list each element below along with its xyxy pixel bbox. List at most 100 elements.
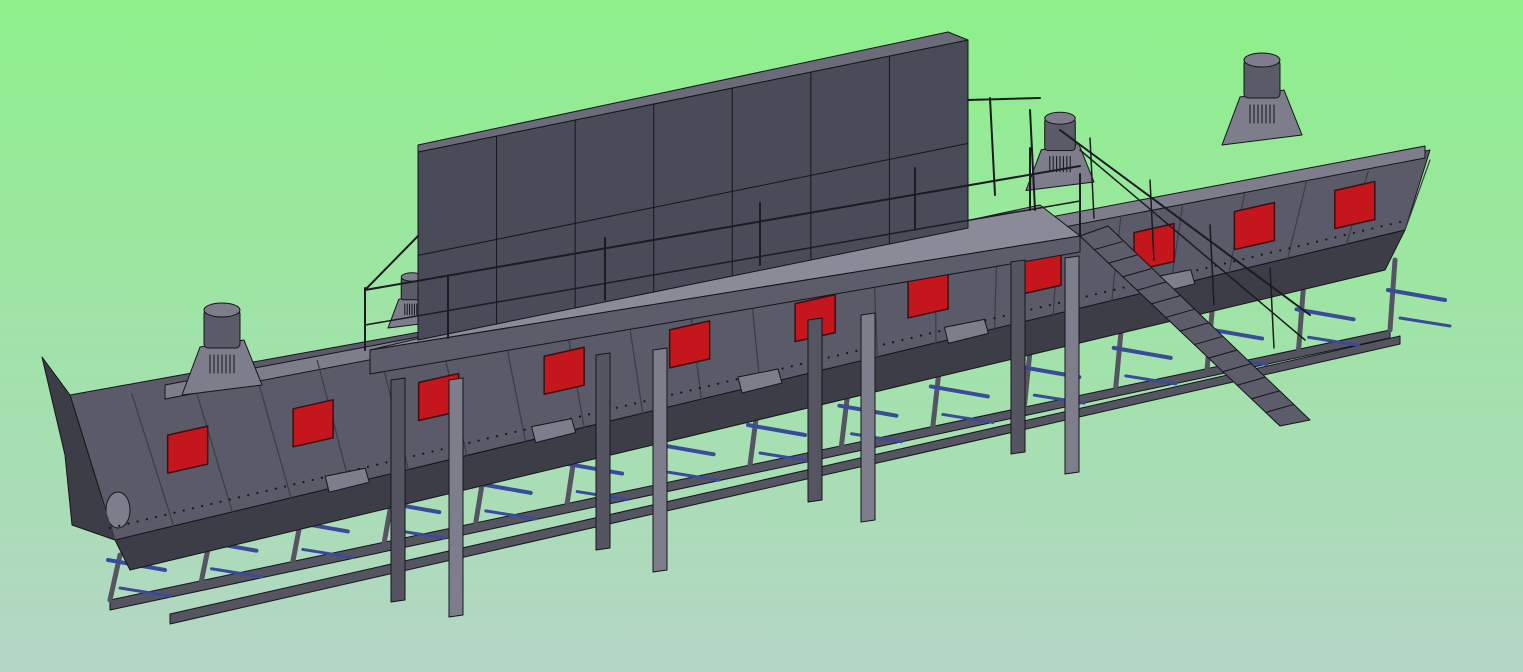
- bolt: [320, 476, 324, 479]
- bolt: [302, 481, 305, 484]
- bolt: [919, 334, 922, 337]
- bolt: [1057, 301, 1061, 304]
- bolt: [1362, 229, 1365, 232]
- platform-column: [1064, 255, 1080, 475]
- bolt: [523, 428, 526, 431]
- bolt: [799, 362, 803, 366]
- bolt: [1334, 236, 1337, 239]
- bolt: [781, 367, 784, 370]
- bolt: [643, 400, 646, 403]
- bolt: [440, 448, 443, 451]
- platform-column: [595, 352, 611, 551]
- bolt: [588, 413, 591, 416]
- bolt: [283, 485, 287, 488]
- bolt: [1380, 225, 1383, 228]
- bolt: [1223, 262, 1227, 265]
- bolt: [707, 384, 711, 388]
- inspection-door: [1334, 180, 1376, 230]
- bolt: [1122, 286, 1125, 289]
- bolt: [1315, 240, 1319, 243]
- bolt: [514, 430, 517, 433]
- bolt: [164, 513, 167, 516]
- cad-viewport[interactable]: [0, 0, 1523, 672]
- bolt: [1094, 293, 1098, 296]
- bolt: [910, 336, 913, 339]
- platform-column: [652, 347, 668, 573]
- bolt: [698, 387, 701, 390]
- bolt: [1297, 244, 1300, 248]
- bolt: [1002, 314, 1005, 318]
- bolt: [846, 352, 849, 355]
- bolt: [431, 450, 434, 453]
- bolt: [1030, 308, 1033, 311]
- bolt: [615, 406, 618, 409]
- bolt: [505, 432, 508, 436]
- platform-column: [860, 312, 876, 523]
- bolt: [173, 511, 176, 514]
- bolt: [892, 341, 895, 344]
- bolt: [1389, 223, 1392, 226]
- bolt: [735, 378, 738, 381]
- bolt: [1251, 255, 1254, 259]
- bolt: [1085, 295, 1088, 298]
- bolt: [201, 505, 204, 508]
- bolt: [495, 435, 499, 438]
- cad-assembly-render: [0, 0, 1523, 672]
- platform-column: [1010, 259, 1026, 455]
- bolt: [256, 491, 259, 495]
- bolt: [1205, 266, 1208, 269]
- bolt: [790, 365, 793, 368]
- inspection-door: [668, 320, 711, 369]
- bolt: [578, 415, 582, 418]
- bolt: [624, 404, 628, 407]
- bolt: [1104, 290, 1107, 294]
- bolt: [680, 391, 683, 394]
- motor-cap: [1044, 111, 1076, 125]
- bolt: [670, 393, 674, 396]
- bolt: [376, 463, 379, 466]
- bolt: [827, 356, 830, 359]
- bolt: [1113, 288, 1116, 291]
- bolt: [219, 500, 222, 503]
- bolt: [182, 509, 185, 512]
- bolt: [1039, 306, 1042, 309]
- inspection-door: [543, 346, 585, 395]
- bolt: [1306, 242, 1309, 245]
- bolt: [689, 389, 692, 392]
- bolt: [836, 354, 840, 357]
- bolt: [1048, 303, 1051, 307]
- bolt: [1242, 258, 1245, 261]
- bolt: [468, 441, 471, 444]
- bolt: [1288, 247, 1291, 250]
- bolt: [274, 487, 277, 490]
- bolt: [145, 518, 148, 521]
- bolt: [1196, 268, 1199, 272]
- bolt: [154, 515, 158, 519]
- bolt: [1325, 238, 1328, 241]
- bolt: [1352, 231, 1356, 235]
- bolt: [938, 330, 941, 333]
- platform-column: [807, 317, 823, 503]
- bolt: [882, 343, 886, 346]
- bolt: [366, 465, 370, 468]
- bolt: [127, 522, 130, 525]
- bolt: [311, 478, 314, 482]
- bolt: [210, 502, 213, 506]
- bolt: [1260, 253, 1263, 256]
- bolt: [1279, 249, 1282, 252]
- bolt: [293, 483, 296, 486]
- bolt: [385, 461, 388, 464]
- motor-cap: [1243, 52, 1281, 68]
- bolt: [477, 439, 480, 442]
- motor-cap: [203, 302, 241, 318]
- bolt: [228, 498, 231, 501]
- bolt: [422, 452, 425, 455]
- bolt: [855, 349, 858, 353]
- bolt: [726, 380, 729, 383]
- bolt: [136, 520, 139, 523]
- bolt: [928, 332, 932, 335]
- bolt: [1398, 220, 1402, 224]
- platform-column: [448, 377, 464, 618]
- platform-column: [390, 377, 406, 603]
- bolt: [486, 437, 489, 440]
